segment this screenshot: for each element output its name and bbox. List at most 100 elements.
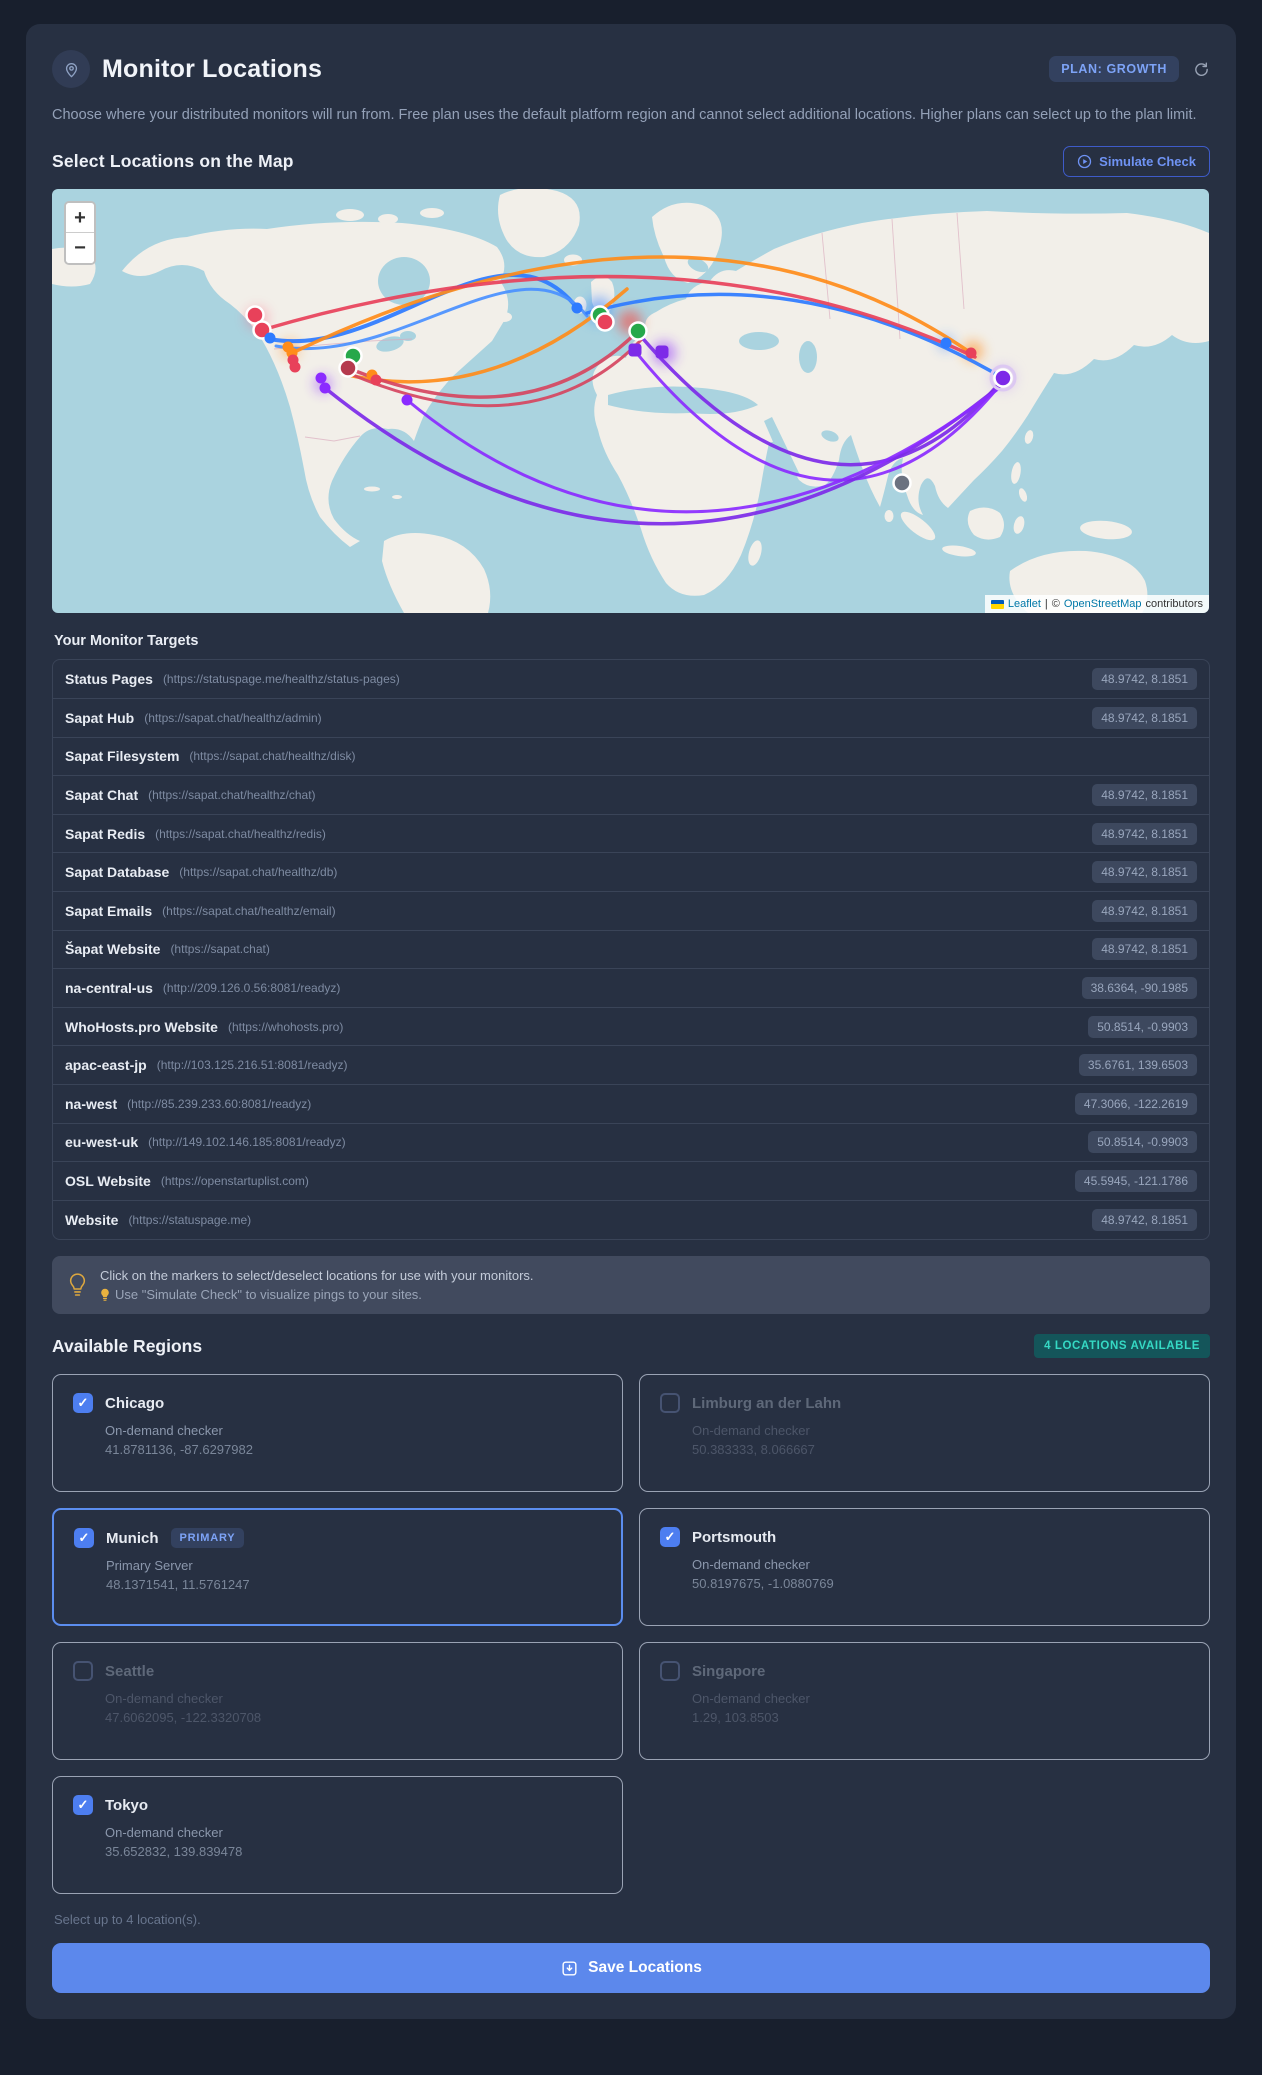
region-checkbox[interactable]: ✓ [73, 1795, 93, 1816]
target-coordinates-chip: 48.9742, 8.1851 [1092, 899, 1197, 922]
map-marker-purple-dot-c[interactable] [401, 394, 413, 406]
map-marker-purple-square-a[interactable] [628, 343, 642, 357]
target-row: na-central-us (http://209.126.0.56:8081/… [53, 969, 1209, 1008]
map-section-title: Select Locations on the Map [52, 151, 294, 172]
region-card-tokyo[interactable]: ✓ Tokyo On-demand checker 35.652832, 139… [52, 1776, 623, 1895]
region-name: Seattle [105, 1662, 155, 1680]
region-checkbox[interactable] [660, 1661, 680, 1682]
monitor-targets-list: Status Pages (https://statuspage.me/heal… [52, 659, 1210, 1241]
region-name: Munich [106, 1529, 159, 1547]
leaflet-link[interactable]: Leaflet [1008, 598, 1041, 610]
target-coordinates-chip: 50.8514, -0.9903 [1088, 1015, 1197, 1038]
target-coordinates-chip: 48.9742, 8.1851 [1092, 938, 1197, 961]
target-row: Sapat Redis (https://sapat.chat/healthz/… [53, 815, 1209, 854]
map-marker-singapore-marker[interactable] [892, 473, 912, 494]
region-type: Primary Server [106, 1558, 193, 1574]
region-checkbox[interactable] [660, 1393, 680, 1414]
target-url: (https://openstartuplist.com) [160, 1173, 309, 1188]
region-checkbox[interactable]: ✓ [660, 1527, 680, 1548]
target-url: (https://sapat.chat/healthz/email) [162, 903, 336, 918]
monitor-locations-panel: Monitor Locations PLAN: GROWTH Choose wh… [26, 24, 1236, 2020]
lightbulb-icon [68, 1272, 87, 1298]
openstreetmap-link[interactable]: OpenStreetMap [1064, 598, 1142, 610]
target-name: OSL Website [65, 1172, 151, 1189]
map-marker-red-dot-c[interactable] [370, 374, 382, 386]
target-name: eu-west-uk [65, 1134, 139, 1151]
small-bulb-icon [100, 1288, 110, 1302]
target-url: (http://103.125.216.51:8081/readyz) [156, 1058, 348, 1073]
target-coordinates-chip: 48.9742, 8.1851 [1092, 668, 1197, 691]
map-marker-us-blue-dot[interactable] [264, 332, 276, 344]
target-name: Sapat Chat [65, 787, 139, 804]
target-coordinates-chip: 48.9742, 8.1851 [1092, 706, 1197, 729]
map-marker-purple-square-b[interactable] [655, 345, 669, 359]
target-row: OSL Website (https://openstartuplist.com… [53, 1162, 1209, 1201]
zoom-out-button[interactable]: − [66, 233, 94, 264]
map-marker-tokyo-marker[interactable] [989, 364, 1017, 392]
region-checkbox[interactable] [73, 1661, 93, 1682]
tip-box: Click on the markers to select/deselect … [52, 1256, 1210, 1315]
target-url: (http://85.239.233.60:8081/readyz) [127, 1096, 312, 1111]
target-row: Sapat Emails (https://sapat.chat/healthz… [53, 892, 1209, 931]
target-url: (https://statuspage.me/healthz/status-pa… [162, 672, 400, 687]
target-url: (https://statuspage.me) [128, 1213, 252, 1228]
region-card-munich[interactable]: ✓ Munich PRIMARY Primary Server 48.13715… [52, 1508, 623, 1627]
map-marker-purple-dot-a[interactable] [315, 372, 327, 384]
target-url: (http://209.126.0.56:8081/readyz) [162, 981, 341, 996]
target-url: (https://sapat.chat/healthz/chat) [148, 788, 316, 803]
map-marker-asia-red-dot[interactable] [965, 347, 977, 359]
region-checkbox[interactable]: ✓ [73, 1393, 93, 1414]
region-card-singapore[interactable]: Singapore On-demand checker 1.29, 103.85… [639, 1642, 1210, 1761]
target-coordinates-chip: 35.6761, 139.6503 [1078, 1054, 1197, 1077]
region-type: On-demand checker [692, 1423, 810, 1439]
target-coordinates-chip: 48.9742, 8.1851 [1092, 784, 1197, 807]
target-row: Sapat Chat (https://sapat.chat/healthz/c… [53, 776, 1209, 815]
page-title: Monitor Locations [102, 54, 323, 83]
region-type: On-demand checker [105, 1423, 223, 1439]
map-marker-munich-marker[interactable] [628, 321, 648, 342]
zoom-in-button[interactable]: + [66, 203, 94, 234]
region-coordinates: 50.8197675, -1.0880769 [692, 1576, 834, 1592]
leaflet-map[interactable]: + − Leaflet | © OpenStreetMap contributo… [52, 189, 1209, 614]
simulate-check-button[interactable]: Simulate Check [1063, 146, 1210, 178]
region-coordinates: 1.29, 103.8503 [692, 1710, 779, 1726]
map-marker-purple-dot-b[interactable] [319, 382, 331, 394]
region-checkbox[interactable]: ✓ [74, 1528, 94, 1549]
target-url: (https://sapat.chat/healthz/admin) [144, 710, 322, 725]
panel-header: Monitor Locations PLAN: GROWTH [52, 50, 1210, 88]
region-card-seattle[interactable]: Seattle On-demand checker 47.6062095, -1… [52, 1642, 623, 1761]
target-url: (https://sapat.chat/healthz/redis) [155, 826, 326, 841]
save-icon [560, 1959, 579, 1978]
refresh-icon[interactable] [1193, 61, 1210, 78]
region-cards-grid: ✓ Chicago On-demand checker 41.8781136, … [52, 1374, 1210, 1895]
region-type: On-demand checker [105, 1825, 223, 1841]
primary-badge: PRIMARY [170, 1528, 245, 1549]
map-marker-red-dot-b[interactable] [289, 361, 301, 373]
target-coordinates-chip: 38.6364, -90.1985 [1081, 977, 1197, 1000]
target-row: Sapat Database (https://sapat.chat/healt… [53, 853, 1209, 893]
map-marker-portsmouth-marker[interactable] [595, 312, 615, 333]
region-coordinates: 35.652832, 139.839478 [105, 1844, 243, 1860]
target-coordinates-chip: 48.9742, 8.1851 [1092, 861, 1197, 884]
save-locations-button[interactable]: Save Locations [52, 1943, 1210, 1994]
target-row: Website (https://statuspage.me) 48.9742,… [53, 1201, 1209, 1240]
target-coordinates-chip: 48.9742, 8.1851 [1092, 1209, 1197, 1232]
target-row: Šapat Website (https://sapat.chat) 48.97… [53, 931, 1209, 970]
target-coordinates-chip: 48.9742, 8.1851 [1092, 822, 1197, 845]
map-marker-na-central-marker[interactable] [338, 358, 358, 379]
target-name: na-central-us [65, 980, 153, 997]
play-circle-icon [1077, 154, 1092, 169]
target-row: WhoHosts.pro Website (https://whohosts.p… [53, 1008, 1209, 1047]
map-marker-asia-blue-dot[interactable] [940, 337, 952, 349]
region-card-portsmouth[interactable]: ✓ Portsmouth On-demand checker 50.819767… [639, 1508, 1210, 1627]
region-card-chicago[interactable]: ✓ Chicago On-demand checker 41.8781136, … [52, 1374, 623, 1493]
map-marker-europe-blue-dot[interactable] [571, 302, 583, 314]
target-coordinates-chip: 45.5945, -121.1786 [1074, 1169, 1197, 1192]
location-pin-icon [52, 50, 90, 88]
locations-available-badge: 4 LOCATIONS AVAILABLE [1034, 1334, 1210, 1359]
target-name: apac-east-jp [65, 1057, 147, 1074]
region-name: Portsmouth [692, 1528, 777, 1546]
target-url: (https://sapat.chat) [170, 942, 270, 957]
region-card-limburg-an-der-lahn[interactable]: Limburg an der Lahn On-demand checker 50… [639, 1374, 1210, 1493]
tip-line-2: Use "Simulate Check" to visualize pings … [100, 1287, 534, 1302]
